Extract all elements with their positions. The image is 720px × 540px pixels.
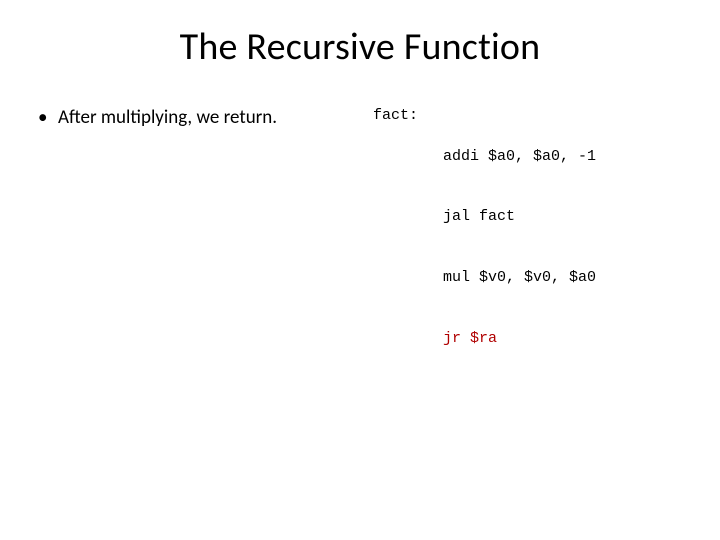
slide-title: The Recursive Function [36, 24, 684, 70]
code-line-4-highlight: jr $ra [443, 329, 684, 349]
code-line-1: addi $a0, $a0, -1 [443, 147, 684, 167]
code-label: fact: [373, 106, 443, 126]
bullet-list: • After multiplying, we return. [36, 106, 373, 129]
code-line-2: jal fact [443, 207, 684, 227]
code-body: addi $a0, $a0, -1 jal fact mul $v0, $v0,… [443, 106, 684, 390]
bullet-item: • After multiplying, we return. [36, 106, 373, 129]
slide: The Recursive Function • After multiplyi… [0, 0, 720, 540]
bullet-marker-icon: • [36, 106, 58, 129]
slide-body: • After multiplying, we return. fact: ad… [36, 106, 684, 390]
code-line-3: mul $v0, $v0, $a0 [443, 268, 684, 288]
code-block: fact: addi $a0, $a0, -1 jal fact mul $v0… [373, 106, 684, 390]
bullet-text: After multiplying, we return. [58, 106, 373, 129]
